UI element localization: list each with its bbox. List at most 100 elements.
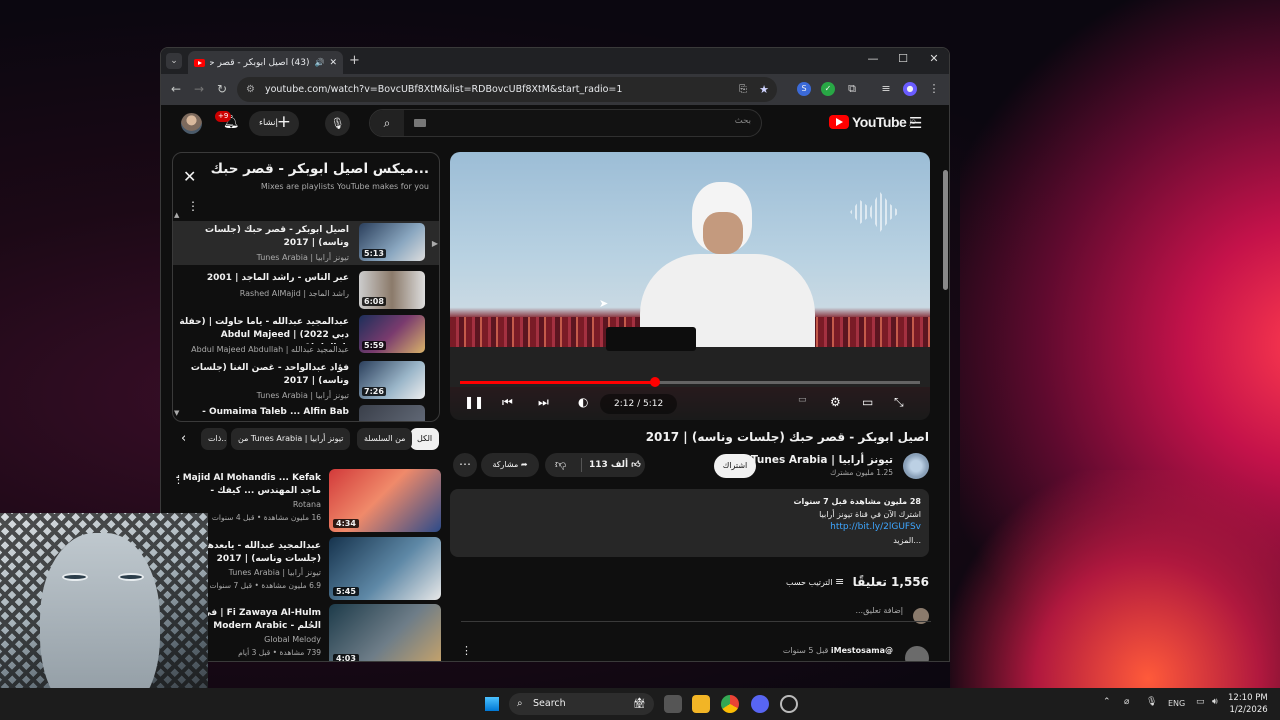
scroll-up-icon[interactable]: ▲ [174, 211, 179, 219]
subtitles-icon[interactable]: ▭ [798, 395, 807, 405]
close-tab-icon[interactable]: ✕ [329, 58, 337, 68]
playlist-item[interactable]: Oumaima Taleb ... Alfin Bab - [183, 403, 431, 421]
chip-from-channel[interactable]: من Tunes Arabia | تيونز أرابيا [231, 428, 351, 450]
browser-menu-icon[interactable]: ⋮ [927, 82, 941, 96]
search-box[interactable]: ⌕ بحث [369, 109, 762, 137]
display-icon[interactable]: ▭ [1196, 697, 1205, 707]
progress-bar[interactable] [460, 377, 920, 387]
create-label: إنشاء [259, 118, 278, 128]
like-button[interactable]: 113 ألف 👍︎ [589, 453, 641, 477]
avatar[interactable] [181, 113, 202, 134]
new-tab-button[interactable]: + [349, 53, 360, 68]
recommendation-item[interactable]: 5:45 عبدالمجيد عبدالله - يابعدهم (جلسات … [171, 537, 441, 601]
language-indicator[interactable]: ENG [1168, 699, 1185, 708]
views-and-date: 28 مليون مشاهدة قبل 7 سنوات [793, 497, 921, 506]
playlist-item[interactable]: 6:08 عبر الناس - راشد الماجد | 2001 راشد… [183, 269, 431, 313]
page-scrollbar[interactable] [943, 170, 948, 290]
media-control-icon[interactable]: ≡ [879, 82, 893, 96]
youtube-logo[interactable]: YouTube JO [829, 114, 916, 130]
video-player[interactable]: ➤ ❚❚ ⏮︎ ⏭︎ ◐ 2:12 / 5:12 ▭ ⚙ ▭ ⤡ [450, 152, 930, 420]
add-comment-input[interactable]: إضافة تعليق... [461, 606, 931, 622]
volume-icon[interactable]: 🔊︎ [1212, 697, 1218, 707]
scrubber-handle[interactable] [649, 377, 660, 387]
more-options-icon[interactable]: ⋮ [187, 199, 199, 213]
channel-name: Global Melody [264, 635, 321, 644]
pause-icon[interactable]: ❚❚ [464, 395, 484, 409]
maximize-button[interactable]: ☐ [893, 52, 913, 65]
comment-avatar[interactable] [905, 646, 929, 661]
extension-icon-1[interactable]: S [797, 82, 811, 96]
site-info-icon[interactable]: ⚙ [246, 77, 255, 102]
address-bar[interactable]: ⚙ youtube.com/watch?v=BovcUBf8XtM&list=R… [237, 77, 777, 102]
video-frame-laptop [606, 327, 696, 351]
video-meta: 739 مشاهدة • قبل 3 أيام [238, 648, 321, 657]
video-thumbnail: 5:45 [329, 537, 441, 600]
discord-icon[interactable] [751, 695, 769, 713]
chrome-icon[interactable] [721, 695, 739, 713]
youtube-play-icon [829, 115, 849, 129]
playlist-item-channel: راشد الماجد | Rashed AlMajid [239, 289, 349, 298]
settings-gear-icon[interactable]: ⚙ [830, 395, 841, 409]
close-icon[interactable]: ✕ [183, 167, 196, 186]
duration: 4:03 [333, 654, 359, 661]
keyboard-icon[interactable] [414, 119, 426, 127]
chips-prev-icon[interactable]: ‹ [181, 431, 186, 446]
more-options-icon[interactable]: ⋮ [173, 473, 184, 486]
sort-button[interactable]: ≡ الترتيب حسب [786, 575, 844, 588]
task-view-icon[interactable] [664, 695, 682, 713]
recommendation-item[interactable]: 4:34 Majid Al Mohandis ... Kefak - ماجد … [171, 469, 441, 533]
show-more-link[interactable]: ...المزيد [458, 534, 921, 547]
settings-icon[interactable] [780, 695, 798, 713]
chip-all[interactable]: الكل [410, 428, 440, 450]
hamburger-menu-icon[interactable]: ☰ [909, 114, 922, 132]
mic-icon[interactable]: 🎙︎ [1146, 697, 1157, 707]
playlist-item[interactable]: ▶ 5:13 اصيل ابوبكر - قصر حبك (جلسات وناس… [173, 221, 439, 265]
tab-search-button[interactable]: ⌄ [166, 53, 182, 69]
install-app-icon[interactable]: ⎘ [739, 77, 747, 102]
search-button[interactable]: ⌕ [370, 110, 404, 136]
network-icon[interactable]: ⌀ [1124, 697, 1129, 707]
volume-icon[interactable]: ◐ [578, 395, 588, 409]
share-button[interactable]: مشاركة ➦ [481, 453, 539, 477]
dislike-button[interactable]: 👎︎ [555, 453, 566, 477]
minimize-button[interactable]: — [863, 52, 883, 65]
tray-overflow-icon[interactable]: ⌃ [1103, 697, 1111, 707]
subscribe-button[interactable]: اشتراك [714, 454, 756, 478]
extension-icon-2[interactable]: ✓ [821, 82, 835, 96]
description-link[interactable]: http://bit.ly/2lGUFSv [458, 521, 921, 534]
reload-button[interactable]: ↻ [217, 82, 227, 96]
windows-taskbar: ⌕ Search 🏰︎ ⌃ ⌀ 🎙︎ ENG ▭ 🔊︎ 12:10 PM 1/2… [0, 688, 1280, 720]
next-icon[interactable]: ⏭︎ [538, 395, 549, 410]
channel-name: Rotana [292, 500, 321, 509]
search-input[interactable]: بحث [735, 116, 751, 126]
comment-more-icon[interactable]: ⋮ [461, 644, 472, 657]
previous-icon[interactable]: ⏮︎ [502, 395, 513, 410]
more-actions-button[interactable]: ⋯ [453, 453, 477, 477]
theater-mode-icon[interactable]: ▭ [862, 395, 873, 409]
taskbar-search[interactable]: ⌕ Search 🏰︎ [509, 693, 654, 715]
playlist-item[interactable]: 7:26 فؤاد عبدالواحد - غصن الغنا (جلسات و… [183, 359, 431, 403]
back-button[interactable]: ← [171, 82, 181, 96]
forward-button[interactable]: → [194, 82, 204, 96]
fullscreen-icon[interactable]: ⤡ [894, 395, 904, 410]
file-explorer-icon[interactable] [692, 695, 710, 713]
chip-from-series[interactable]: من السلسلة [357, 428, 413, 450]
system-clock[interactable]: 12:10 PM 1/2/2026 [1228, 692, 1268, 716]
channel-name[interactable]: تيونز أرابيا | Tunes Arabia ✔ [741, 454, 893, 466]
start-windows-icon[interactable] [485, 697, 499, 711]
profile-icon[interactable]: ● [903, 82, 917, 96]
create-button[interactable]: إنشاء + [249, 111, 299, 136]
speaker-icon[interactable]: 🔊 [314, 58, 324, 67]
playlist-item[interactable]: 5:59 عبدالمجيد عبدالله - ياما حاولت | (ح… [179, 313, 431, 357]
voice-search-button[interactable]: 🎙︎ [325, 111, 350, 136]
channel-avatar[interactable] [903, 453, 929, 479]
chip-related[interactable]: ذات... [201, 428, 227, 450]
recommendation-item[interactable]: 4:03 Fi Zawaya Al-Hulm | في زوايا الحُلم… [171, 604, 441, 661]
extensions-puzzle-icon[interactable]: ⧉ [845, 82, 859, 96]
tab-youtube[interactable]: (43) اصيل ابوبكر - قصر حبك 🔊 ✕ [188, 51, 343, 74]
close-window-button[interactable]: ✕ [924, 52, 944, 65]
duration: 5:59 [362, 341, 386, 350]
bookmark-star-icon[interactable]: ★ [759, 77, 769, 102]
search-icon: ⌕ [517, 698, 523, 709]
description-box[interactable]: 28 مليون مشاهدة قبل 7 سنوات اشترك الآن ف… [450, 489, 929, 557]
